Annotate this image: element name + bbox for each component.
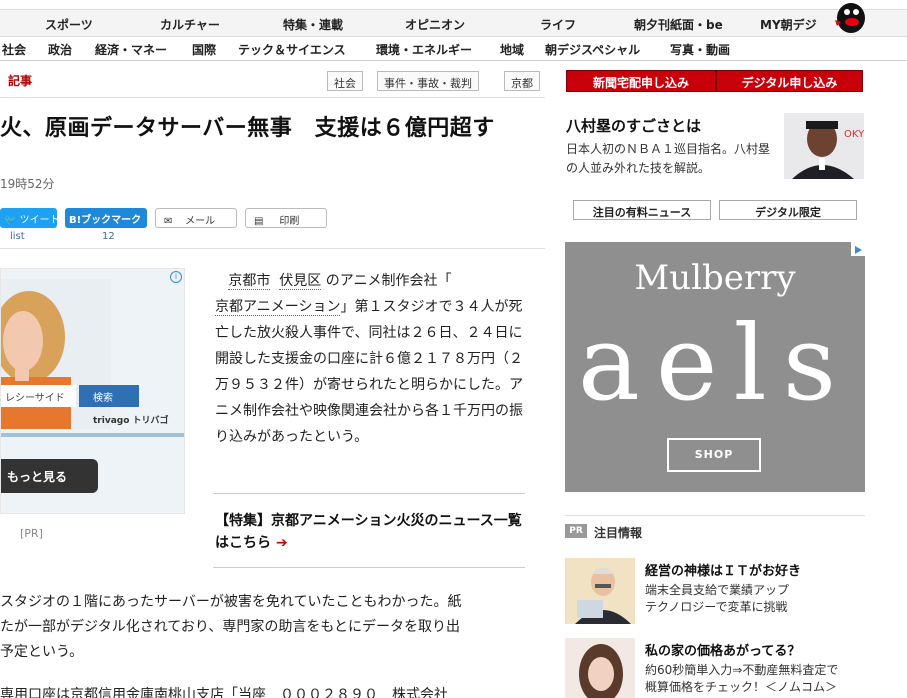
para2-line: 予定という。 bbox=[0, 644, 84, 660]
divider bbox=[213, 493, 525, 494]
printer-icon: ▤ bbox=[254, 216, 264, 227]
pr-label: [PR] bbox=[20, 527, 43, 540]
pr-item-title[interactable]: 私の家の価格あがってる？ bbox=[645, 640, 800, 659]
para2-line: スタジオの１階にあったサーバーが被害を免れていたこともわかった。紙 bbox=[0, 594, 462, 610]
pr-item-text[interactable]: 概算価格をチェック！＜ノムコム＞ bbox=[645, 678, 837, 696]
section-label[interactable]: 記事 bbox=[8, 72, 32, 89]
nav-opinion[interactable]: オピニオン bbox=[405, 16, 465, 33]
promo-title[interactable]: 八村塁のすごさとは bbox=[566, 115, 701, 136]
article-paragraph: 京都市 伏見区 のアニメ制作会社「 京都アニメーション」第１スタジオで３４人が死… bbox=[215, 268, 525, 450]
nav-special[interactable]: 朝デジスペシャル bbox=[545, 41, 640, 58]
divider bbox=[0, 248, 545, 249]
pr-badge: PR bbox=[565, 524, 587, 538]
ad-brand: trivago トリバゴ bbox=[93, 416, 169, 426]
pr-item-text[interactable]: 約60秒簡単入力⇒不動産無料査定で bbox=[645, 661, 838, 679]
print-button[interactable]: ▤ 印刷 bbox=[245, 208, 327, 228]
ad-shop-button[interactable]: SHOP bbox=[667, 438, 761, 472]
svg-text:OKY: OKY bbox=[844, 129, 864, 140]
nav-features[interactable]: 特集・連載 bbox=[283, 16, 343, 33]
tag-incident[interactable]: 事件・事故・裁判 bbox=[377, 71, 479, 91]
nav-region[interactable]: 地域 bbox=[500, 41, 524, 58]
ad-strip bbox=[1, 433, 184, 437]
subscribe-digital-button[interactable]: デジタル申し込み bbox=[716, 70, 863, 92]
primary-nav: スポーツ カルチャー 特集・連載 オピニオン ライフ 朝夕刊紙面・be MY朝デ… bbox=[0, 9, 907, 37]
ad-search-button[interactable]: 検索 bbox=[79, 385, 139, 407]
pr-item-title[interactable]: 経営の神様はＩＴがお好き bbox=[645, 560, 801, 579]
nav-culture[interactable]: カルチャー bbox=[160, 16, 220, 33]
link-kyoto-city[interactable]: 京都市 bbox=[228, 273, 271, 290]
nav-photo-video[interactable]: 写真・動画 bbox=[670, 41, 730, 58]
arrow-right-icon: ➔ bbox=[271, 535, 288, 551]
special-feature-link[interactable]: 【特集】京都アニメーション火災のニュース一覧はこちら ➔ bbox=[215, 510, 525, 554]
para1-text-a: のアニメ制作会社「 bbox=[325, 273, 452, 289]
article-paragraph-3: 専用口座は京都信用金庫南桃山支店「当座 ０００２８９０ 株式会社 bbox=[0, 687, 448, 698]
article-headline: 火、原画データサーバー無事 支援は６億円超す bbox=[0, 116, 495, 141]
divider bbox=[213, 567, 525, 568]
article-timestamp: 19時52分 bbox=[0, 177, 55, 191]
hatena-icon: B! bbox=[69, 215, 82, 226]
nav-international[interactable]: 国際 bbox=[192, 41, 216, 58]
pr-item-photo[interactable] bbox=[565, 638, 635, 698]
mail-button[interactable]: ✉ メール bbox=[155, 208, 237, 228]
nav-my-asadigi[interactable]: MY朝デジ bbox=[760, 16, 817, 33]
bookmark-button[interactable]: B!ブックマーク bbox=[65, 208, 147, 228]
nav-life[interactable]: ライフ bbox=[540, 16, 576, 33]
nav-politics[interactable]: 政治 bbox=[48, 41, 72, 58]
mail-label: メール bbox=[185, 216, 216, 227]
left-advertisement[interactable]: レシーサイド 検索 trivago トリバゴ もっと見る i bbox=[0, 268, 185, 514]
tag-kyoto[interactable]: 京都 bbox=[504, 71, 540, 91]
ad-info-icon[interactable]: i bbox=[170, 271, 182, 283]
nav-society[interactable]: 社会 bbox=[2, 41, 26, 58]
promo-photo[interactable]: OKY bbox=[784, 113, 864, 179]
print-label: 印刷 bbox=[279, 216, 300, 227]
ad-brand-logo: Mulberry bbox=[634, 258, 796, 298]
promo-text[interactable]: 日本人初のＮＢＡ１巡目指名。八村塁の人並み外れた技を解説。 bbox=[566, 140, 776, 178]
tab-digital-only[interactable]: デジタル限定 bbox=[719, 200, 857, 220]
divider bbox=[0, 97, 545, 98]
secondary-nav: 社会 政治 経済・マネー 国際 テック＆サイエンス 環境・エネルギー 地域 朝デ… bbox=[0, 37, 907, 61]
divider bbox=[565, 515, 865, 516]
subscribe-paper-button[interactable]: 新聞宅配申し込み bbox=[566, 70, 716, 92]
special-link-text: 【特集】京都アニメーション火災のニュース一覧はこちら bbox=[215, 513, 522, 551]
ad-large-text: aels bbox=[577, 302, 853, 424]
nav-newspaper[interactable]: 朝夕刊紙面・be bbox=[634, 16, 723, 33]
pr-item-text[interactable]: 端末全員支給で業績アップ bbox=[645, 581, 789, 599]
link-fushimi[interactable]: 伏見区 bbox=[279, 273, 322, 290]
pr-item-text[interactable]: テクノロジーで変革に挑戦 bbox=[645, 598, 788, 616]
twitter-icon: 🐦 bbox=[4, 215, 17, 226]
nav-sports[interactable]: スポーツ bbox=[45, 16, 93, 33]
ad-more-button[interactable]: もっと見る bbox=[1, 459, 98, 493]
ad-search-input[interactable]: レシーサイド bbox=[1, 385, 76, 407]
tweet-button[interactable]: 🐦 ツイート bbox=[0, 208, 60, 228]
tweet-sublink[interactable]: list bbox=[10, 231, 25, 242]
tag-society[interactable]: 社会 bbox=[327, 71, 363, 91]
nav-environment[interactable]: 環境・エネルギー bbox=[376, 41, 472, 58]
bookmark-count[interactable]: 12 bbox=[102, 231, 115, 242]
nav-economy[interactable]: 経済・マネー bbox=[95, 41, 167, 58]
link-kyoani[interactable]: 京都アニメーション bbox=[215, 299, 341, 316]
nav-tech[interactable]: テック＆サイエンス bbox=[238, 41, 346, 58]
pr-heading: 注目情報 bbox=[594, 526, 643, 540]
tab-paid-news[interactable]: 注目の有料ニュース bbox=[573, 200, 711, 220]
mail-icon: ✉ bbox=[164, 216, 173, 227]
tweet-label: ツイート bbox=[19, 215, 60, 226]
pr-item-photo[interactable] bbox=[565, 558, 635, 624]
right-advertisement[interactable]: Mulberry aels SHOP bbox=[565, 242, 865, 492]
para2-line: たが一部がデジタル化されており、専門家の助言をもとにデータを取り出 bbox=[0, 619, 461, 635]
article-paragraph-2: スタジオの１階にあったサーバーが被害を免れていたこともわかった。紙 たが一部がデ… bbox=[0, 590, 545, 665]
mascot-logo-icon[interactable] bbox=[829, 0, 869, 36]
adchoices-icon[interactable] bbox=[851, 242, 865, 256]
para1-text-b: 」第１スタジオで３４人が死亡した放火殺人事件で、同社は２６日、２４日に開設した支… bbox=[215, 299, 523, 445]
bookmark-label: ブックマーク bbox=[81, 215, 142, 226]
